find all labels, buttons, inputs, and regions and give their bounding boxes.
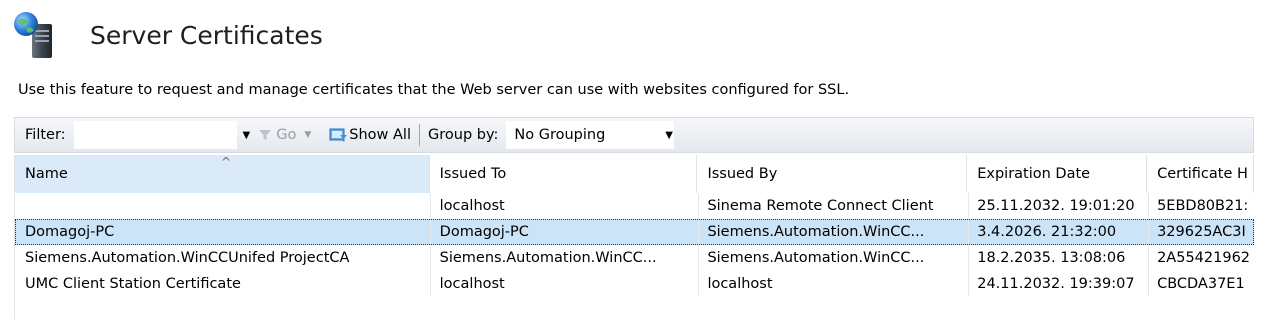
table-body: localhost Sinema Remote Connect Client 2… (15, 193, 1254, 297)
show-all-icon (329, 128, 348, 142)
filter-input[interactable] (73, 121, 237, 149)
cell-issued-to: localhost (439, 276, 505, 292)
filter-toolbar: Filter: ▼ Go ▼ Show All Group by: No Gro… (14, 117, 1254, 153)
toolbar-separator (419, 124, 420, 146)
filter-label: Filter: (25, 127, 66, 143)
column-header-name[interactable]: Name ^ (15, 155, 430, 193)
cell-issued-by: Siemens.Automation.WinCC... (707, 224, 925, 240)
sort-ascending-icon: ^ (221, 155, 232, 169)
table-row[interactable]: UMC Client Station Certificate localhost… (15, 271, 1254, 297)
cell-certificate-hash: 2A55421962 (1157, 250, 1251, 266)
feature-description: Use this feature to request and manage c… (18, 82, 850, 98)
cell-expiration-date: 18.2.2035. 13:08:06 (977, 250, 1126, 266)
cell-certificate-hash: 5EBD80B21: (1157, 198, 1249, 214)
cell-name (15, 193, 430, 219)
cell-name: Domagoj-PC (25, 224, 115, 240)
column-header-issued-to[interactable]: Issued To (429, 155, 698, 193)
table-row[interactable]: localhost Sinema Remote Connect Client 2… (15, 193, 1254, 219)
column-header-label: Issued By (707, 166, 778, 182)
cell-certificate-hash: CBCDA37E1 (1157, 276, 1245, 292)
cell-issued-by: localhost (707, 276, 773, 292)
certificates-table: Name ^ Issued To Issued By Expiration Da… (14, 155, 1254, 319)
column-header-label: Issued To (439, 166, 507, 182)
page-title: Server Certificates (90, 20, 323, 50)
cell-issued-to: localhost (439, 198, 505, 214)
column-header-label: Name (25, 166, 68, 182)
group-by-dropdown-arrow-icon[interactable]: ▼ (665, 130, 673, 141)
cell-issued-to: Domagoj-PC (439, 224, 529, 240)
cell-expiration-date: 24.11.2032. 19:39:07 (977, 276, 1135, 292)
column-header-label: Certificate H (1157, 166, 1248, 182)
cell-issued-to: Siemens.Automation.WinCC... (439, 250, 657, 266)
table-row-selected[interactable]: Domagoj-PC Domagoj-PC Siemens.Automation… (15, 219, 1254, 245)
go-label: Go (276, 127, 297, 143)
go-button[interactable]: Go ▼ (258, 127, 311, 143)
go-dropdown-arrow-icon[interactable]: ▼ (304, 130, 311, 140)
show-all-button[interactable]: Show All (329, 126, 411, 144)
cell-issued-by: Sinema Remote Connect Client (707, 198, 934, 214)
show-all-label: Show All (349, 127, 411, 143)
table-row[interactable]: Siemens.Automation.WinCCUnifed ProjectCA… (15, 245, 1254, 271)
page-header: Server Certificates (12, 10, 323, 60)
column-header-issued-by[interactable]: Issued By (697, 155, 968, 193)
group-by-select[interactable]: No Grouping ▼ (506, 121, 675, 149)
column-header-label: Expiration Date (977, 166, 1091, 182)
table-header: Name ^ Issued To Issued By Expiration Da… (15, 155, 1254, 193)
cell-expiration-date: 25.11.2032. 19:01:20 (977, 198, 1135, 214)
cell-certificate-hash: 329625AC3I (1157, 224, 1246, 240)
cell-name: UMC Client Station Certificate (25, 276, 241, 292)
cell-name: Siemens.Automation.WinCCUnifed ProjectCA (25, 250, 350, 266)
group-by-value: No Grouping (514, 127, 606, 143)
server-certificates-icon (12, 10, 64, 60)
funnel-icon (259, 130, 272, 140)
cell-issued-by: Siemens.Automation.WinCC... (707, 250, 925, 266)
column-header-expiration-date[interactable]: Expiration Date (967, 155, 1148, 193)
column-header-certificate-hash[interactable]: Certificate H (1147, 155, 1254, 193)
group-by-label: Group by: (428, 127, 499, 143)
filter-dropdown-arrow-icon[interactable]: ▼ (243, 130, 251, 141)
cell-expiration-date: 3.4.2026. 21:32:00 (977, 224, 1117, 240)
